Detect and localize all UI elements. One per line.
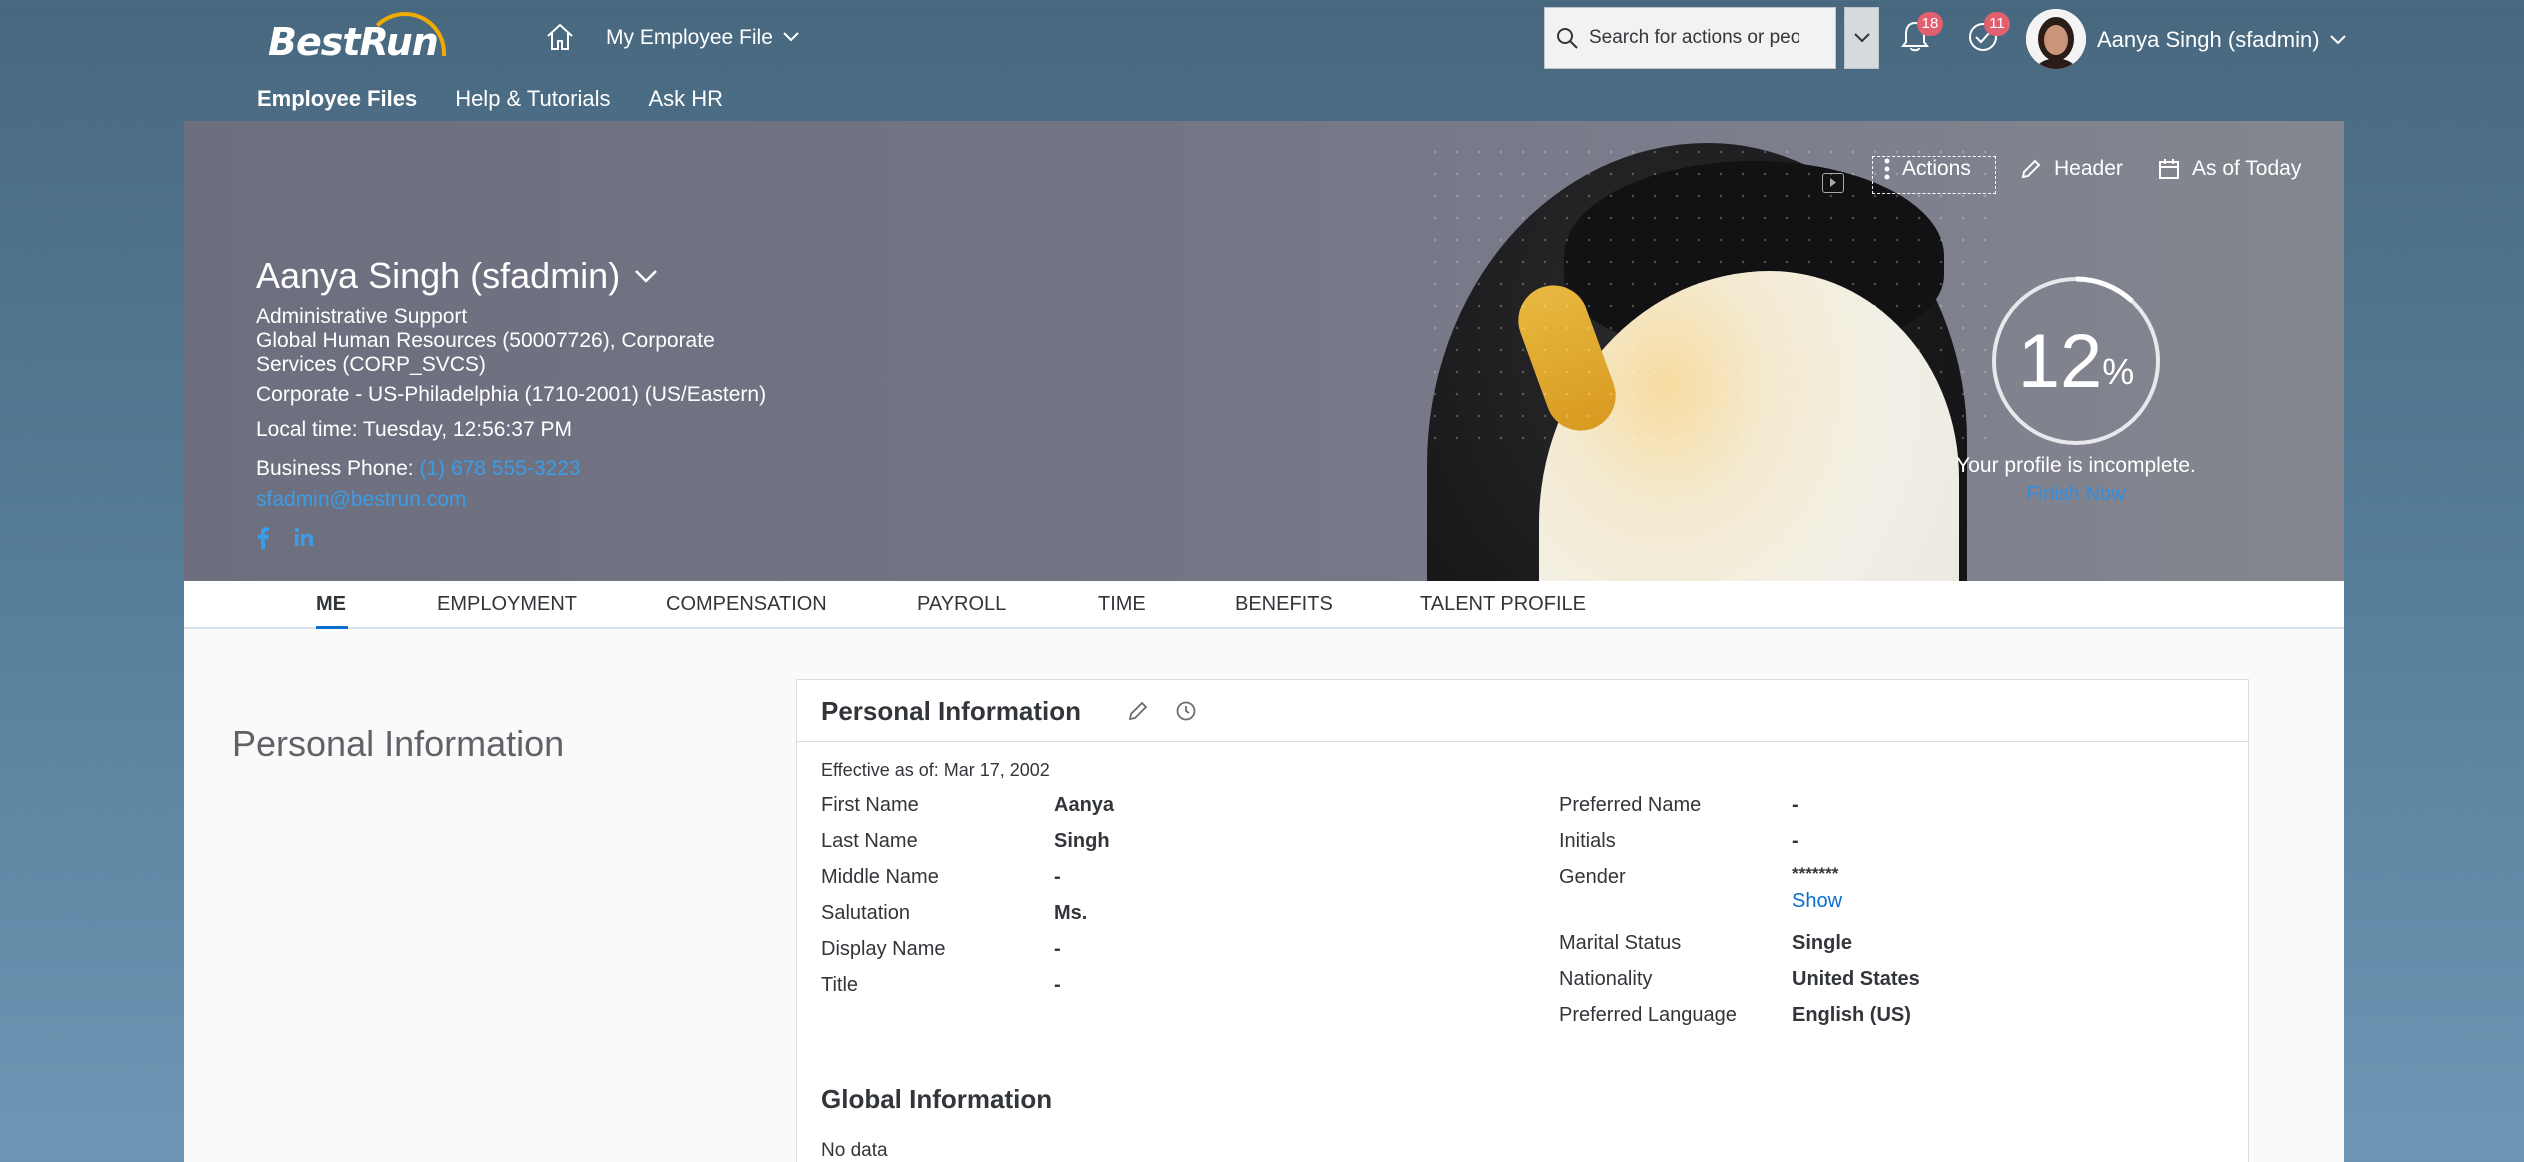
field-label: Initials [1559,830,1616,852]
employee-file-menu[interactable]: My Employee File [606,26,799,50]
field-value: Ms. [1054,902,1088,924]
chevron-down-icon [635,270,658,283]
field-value: - [1054,866,1061,888]
as-of-today-button[interactable]: As of Today [2158,157,2301,181]
video-play-icon[interactable] [1822,173,1844,193]
more-vertical-icon [1884,158,1890,180]
percent-symbol: % [2102,351,2135,392]
field-value: - [1054,974,1061,996]
department-line-1: Global Human Resources (50007726), Corpo… [256,329,715,352]
field-label: Salutation [821,902,910,924]
tab-employment[interactable]: EMPLOYMENT [437,593,577,616]
card-header: Personal Information [797,680,2248,742]
actions-label: Actions [1902,157,1971,180]
field-label: Display Name [821,938,946,960]
as-of-label: As of Today [2192,157,2302,180]
department-line-2: Services (CORP_SVCS) [256,353,486,376]
tab-benefits[interactable]: BENEFITS [1235,593,1333,616]
global-information-title: Global Information [821,1084,1053,1114]
field-label: Gender [1559,866,1626,888]
field-label: Preferred Language [1559,1004,1737,1026]
shell-bar: BestRun My Employee File 18 11 Aa [0,0,2524,78]
field-label: Marital Status [1559,932,1682,954]
search-box[interactable] [1544,7,1836,69]
tab-compensation[interactable]: COMPENSATION [666,593,827,616]
user-name: Aanya Singh (sfadmin) [2097,27,2320,52]
subnav-help-tutorials[interactable]: Help & Tutorials [455,86,610,112]
phone-label: Business Phone: [256,457,414,480]
field-label: Preferred Name [1559,794,1702,816]
notifications-badge: 18 [1917,12,1943,36]
field-value: Single [1792,932,1853,954]
field-value: - [1054,938,1061,960]
history-icon[interactable] [1175,700,1197,722]
active-tab-indicator [316,626,348,629]
tab-me[interactable]: ME [316,593,346,616]
business-phone: Business Phone: (1) 678 555-3223 [256,457,581,481]
field-label: First Name [821,794,919,816]
calendar-icon [2159,159,2179,179]
profile-percent: 12 % [1990,275,2162,447]
header-label: Header [2054,157,2123,180]
profile-tabs: ME EMPLOYMENT COMPENSATION PAYROLL TIME … [184,581,2344,629]
search-icon [1545,8,1589,68]
social-links [256,527,314,554]
chevron-down-icon [2329,35,2346,45]
phone-link[interactable]: (1) 678 555-3223 [419,457,580,480]
tab-time[interactable]: TIME [1098,593,1146,616]
actions-button[interactable]: Actions [1884,157,1971,181]
subnav-employee-files[interactable]: Employee Files [257,86,417,112]
global-information-empty: No data [821,1140,888,1161]
logo-text: BestRun [268,20,439,64]
search-scope-dropdown[interactable] [1844,7,1879,69]
edit-icon[interactable] [1127,700,1149,722]
tab-payroll[interactable]: PAYROLL [917,593,1006,616]
personal-information-card: Personal Information Effective as of: Ma… [796,679,2249,1162]
location: Corporate - US-Philadelphia (1710-2001) … [256,383,767,406]
chevron-down-icon [783,29,799,47]
notifications-button[interactable]: 18 [1899,12,1943,60]
section-title: Personal Information [232,723,565,764]
sub-navigation: Employee Files Help & Tutorials Ask HR [257,86,723,112]
tab-talent-profile[interactable]: TALENT PROFILE [1420,593,1586,616]
linkedin-icon[interactable] [294,527,314,554]
finish-now-link[interactable]: Finish Now [1944,483,2208,506]
search-input[interactable] [1589,27,1799,49]
field-label: Middle Name [821,866,939,888]
gender-masked-value: ******* [1792,864,1839,883]
field-value: Singh [1054,830,1110,852]
facebook-icon[interactable] [256,527,270,554]
user-menu[interactable]: Aanya Singh (sfadmin) [2097,27,2346,53]
pencil-icon [2021,159,2041,179]
field-label: Title [821,974,859,996]
field-value: - [1792,794,1799,816]
chevron-down-icon [1853,33,1870,43]
field-label: Nationality [1559,968,1653,990]
field-label: Last Name [821,830,918,852]
field-value: - [1792,830,1799,852]
show-gender-link[interactable]: Show [1792,890,1842,913]
field-value: United States [1792,968,1920,990]
percent-value: 12 [2017,318,2103,404]
avatar[interactable] [2026,9,2086,69]
employee-name: Aanya Singh (sfadmin) [256,255,621,296]
profile-header: Actions Header As of Today Aanya Singh (… [184,121,2344,581]
todos-badge: 11 [1984,12,2010,36]
subnav-ask-hr[interactable]: Ask HR [648,86,723,112]
effective-date: Effective as of: Mar 17, 2002 [821,760,1050,780]
email-link[interactable]: sfadmin@bestrun.com [256,488,466,512]
nav-title: My Employee File [606,26,773,49]
header-button[interactable]: Header [2020,157,2123,181]
field-value: Aanya [1054,794,1115,816]
field-value: English (US) [1792,1004,1911,1026]
home-icon[interactable] [545,22,575,52]
bestrun-logo[interactable]: BestRun [268,12,448,68]
local-time: Local time: Tuesday, 12:56:37 PM [256,418,572,441]
profile-status: Your profile is incomplete. [1956,454,2196,477]
employee-name-menu[interactable]: Aanya Singh (sfadmin) [256,255,658,297]
job-title: Administrative Support [256,305,468,328]
todos-button[interactable]: 11 [1966,12,2010,60]
employee-profile-panel: Actions Header As of Today Aanya Singh (… [184,121,2344,1162]
card-title: Personal Information [821,696,1082,726]
